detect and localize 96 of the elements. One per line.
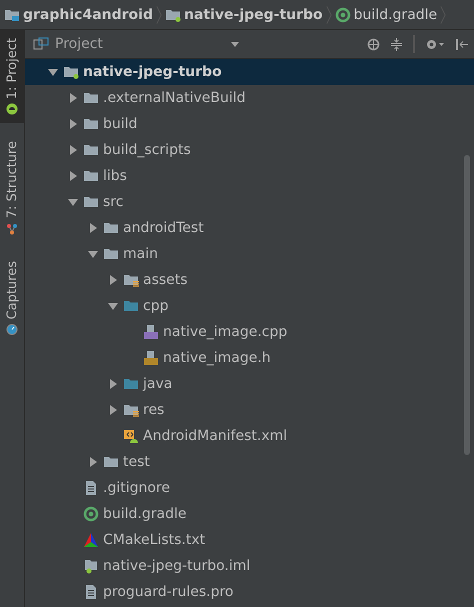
tree-item-label: native_image.cpp [163, 324, 288, 340]
tree-row[interactable]: native_image.h [25, 345, 474, 371]
tree-row[interactable]: libs [25, 163, 474, 189]
gear-icon[interactable] [425, 38, 445, 50]
tree-row[interactable]: androidTest [25, 215, 474, 241]
tree-row[interactable]: native-jpeg-turbo [25, 59, 474, 85]
expand-arrow-icon[interactable] [107, 274, 119, 286]
panel-title: Project [55, 36, 103, 52]
folder-icon [63, 64, 79, 80]
breadcrumb[interactable]: native-jpeg-turbo [162, 6, 325, 22]
gradle-icon [334, 6, 351, 22]
tree-row[interactable]: CMakeLists.txt [25, 527, 474, 553]
tree-row[interactable]: AndroidManifest.xml [25, 423, 474, 449]
side-tab[interactable]: 1: Project [0, 30, 24, 124]
folder-icon [123, 272, 139, 288]
side-tab[interactable]: 7: Structure [0, 133, 24, 243]
tree-item-label: build [103, 116, 138, 132]
tree-row[interactable]: res [25, 397, 474, 423]
header-file-icon [143, 350, 159, 366]
manifest-file-icon [123, 428, 139, 444]
collapse-all-icon[interactable] [390, 38, 403, 50]
tree-item-label: main [123, 246, 158, 262]
collapse-arrow-icon[interactable] [47, 66, 59, 78]
tree-row[interactable]: proguard-rules.pro [25, 579, 474, 605]
tree-item-label: java [143, 376, 172, 392]
tree-row[interactable]: main [25, 241, 474, 267]
side-tab[interactable]: Captures [0, 252, 24, 343]
stopwatch-icon [6, 323, 18, 335]
tree-row[interactable]: src [25, 189, 474, 215]
folder-icon [123, 402, 139, 418]
breadcrumb[interactable]: build.gradle [332, 6, 440, 22]
tree-row[interactable]: .gitignore [25, 475, 474, 501]
expand-arrow-icon[interactable] [107, 378, 119, 390]
tree-row[interactable]: build [25, 111, 474, 137]
tree-row[interactable]: build.gradle [25, 501, 474, 527]
collapse-arrow-icon[interactable] [67, 196, 79, 208]
cpp-file-icon [143, 324, 159, 340]
folder-icon [83, 168, 99, 184]
project-view-icon [33, 37, 49, 51]
cmake-icon [83, 532, 99, 548]
collapse-arrow-icon[interactable] [107, 300, 119, 312]
caret-icon[interactable] [230, 42, 239, 46]
folder-icon [83, 90, 99, 106]
tree-row[interactable]: test [25, 449, 474, 475]
folder-icon [103, 220, 119, 236]
structure-icon [6, 222, 18, 235]
folder-icon [83, 142, 99, 158]
expand-arrow-icon[interactable] [87, 222, 99, 234]
expand-arrow-icon[interactable] [67, 118, 79, 130]
tree-item-label: .gitignore [103, 480, 170, 496]
expand-arrow-icon[interactable] [107, 404, 119, 416]
module-file-icon [83, 558, 99, 574]
tree-item-label: libs [103, 168, 127, 184]
collapse-arrow-icon[interactable] [87, 248, 99, 260]
expand-arrow-icon[interactable] [67, 144, 79, 156]
tree-item-label: CMakeLists.txt [103, 532, 206, 548]
tree-row[interactable]: java [25, 371, 474, 397]
target-icon[interactable] [367, 38, 380, 50]
gradle-icon [83, 506, 99, 522]
text-file-icon [83, 584, 99, 600]
chevron-icon [440, 4, 446, 26]
tree-item-label: .externalNativeBuild [103, 90, 246, 106]
text-file-icon [83, 480, 99, 496]
tree-item-label: assets [143, 272, 188, 288]
folder-icon [83, 116, 99, 132]
tree-row[interactable]: assets [25, 267, 474, 293]
tree-item-label: androidTest [123, 220, 204, 236]
tree-row[interactable]: cpp [25, 293, 474, 319]
expand-arrow-icon[interactable] [87, 456, 99, 468]
chevron-icon [156, 4, 162, 26]
tree-item-label: cpp [143, 298, 168, 314]
folder-icon [103, 454, 119, 470]
tree-row[interactable]: native_image.cpp [25, 319, 474, 345]
folder-icon [83, 194, 99, 210]
hide-panel-icon[interactable] [455, 38, 468, 50]
tree-item-label: native-jpeg-turbo.iml [103, 558, 250, 574]
breadcrumb[interactable]: graphic4android [2, 6, 155, 22]
tree-item-label: proguard-rules.pro [103, 584, 234, 600]
tree-item-label: src [103, 194, 124, 210]
tree-row[interactable]: build_scripts [25, 137, 474, 163]
tree-item-label: native_image.h [163, 350, 271, 366]
android-icon [6, 103, 18, 116]
tree-item-label: test [123, 454, 150, 470]
tree-item-label: res [143, 402, 164, 418]
tree-item-label: AndroidManifest.xml [143, 428, 288, 444]
folder-icon [123, 298, 139, 314]
tree-row[interactable]: native-jpeg-turbo.iml [25, 553, 474, 579]
folder-icon [123, 376, 139, 392]
tree-row[interactable]: .externalNativeBuild [25, 85, 474, 111]
chevron-icon [326, 4, 332, 26]
folder-icon [103, 246, 119, 262]
tree-item-label: build.gradle [103, 506, 186, 522]
expand-arrow-icon[interactable] [67, 92, 79, 104]
tree-item-label: build_scripts [103, 142, 191, 158]
expand-arrow-icon[interactable] [67, 170, 79, 182]
tree-item-label: native-jpeg-turbo [83, 64, 222, 80]
